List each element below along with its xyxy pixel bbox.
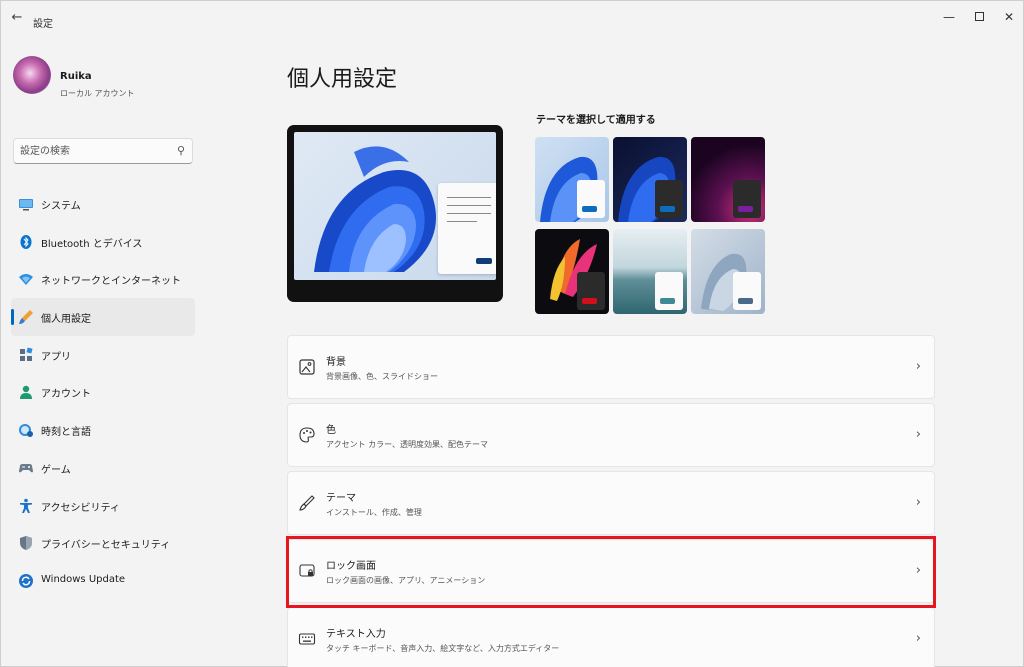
chevron-right-icon: › — [915, 495, 921, 510]
sidebar-item-apps[interactable]: アプリ — [11, 336, 195, 374]
personalization-icon — [19, 310, 33, 325]
sidebar-item-accounts[interactable]: アカウント — [11, 373, 195, 411]
maximize-button[interactable] — [969, 9, 989, 25]
setting-subtitle: 背景画像、色、スライドショー — [326, 372, 438, 381]
sidebar-item-label: アクセシビリティ — [41, 502, 120, 514]
time-language-icon — [19, 424, 33, 438]
sidebar-item-label: アカウント — [41, 389, 91, 401]
sidebar-item-privacy[interactable]: プライバシーとセキュリティ — [11, 524, 195, 562]
sidebar-item-accessibility[interactable]: アクセシビリティ — [11, 487, 195, 525]
app-title: 設定 — [33, 19, 53, 30]
sidebar-item-network[interactable]: ネットワークとインターネット — [11, 260, 195, 298]
close-button[interactable]: ✕ — [999, 9, 1019, 25]
lock-screen-icon — [299, 564, 315, 577]
sidebar-item-label: システム — [41, 201, 81, 212]
theme-preview — [287, 125, 503, 302]
sidebar-item-label: ゲーム — [41, 464, 71, 476]
theme-swatch — [660, 298, 675, 304]
setting-title: 色 — [326, 425, 336, 436]
search-icon[interactable]: ⚲ — [177, 144, 185, 157]
network-icon — [19, 274, 33, 286]
theme-tile-sunrise[interactable] — [613, 229, 687, 314]
setting-title: テキスト入力 — [326, 629, 386, 640]
preview-window — [438, 183, 496, 274]
setting-subtitle: アクセント カラー、透明度効果、配色テーマ — [326, 440, 489, 449]
preview-button — [476, 258, 492, 264]
chevron-right-icon: › — [915, 427, 921, 442]
theme-grid — [535, 137, 767, 317]
profile-name: Ruika — [60, 71, 92, 82]
desktop-preview-image — [294, 132, 496, 280]
profile-account-type: ローカル アカウント — [60, 89, 135, 98]
keyboard-icon — [298, 633, 316, 645]
setting-title: 背景 — [326, 357, 346, 368]
accessibility-icon — [20, 498, 32, 513]
gaming-icon — [19, 463, 33, 473]
theme-swatch — [582, 298, 597, 304]
sidebar-item-label: 個人用設定 — [41, 314, 91, 326]
theme-swatch — [738, 206, 753, 212]
chevron-right-icon: › — [915, 563, 921, 578]
theme-swatch — [738, 298, 753, 304]
sidebar-item-label: Bluetooth とデバイス — [41, 238, 143, 250]
apps-icon — [20, 347, 33, 361]
sidebar-item-label: プライバシーとセキュリティ — [41, 540, 171, 552]
setting-lock-screen[interactable]: ロック画面 ロック画面の画像、アプリ、アニメーション › — [287, 539, 935, 603]
page-title: 個人用設定 — [287, 67, 398, 92]
back-arrow-icon[interactable]: ← — [9, 11, 25, 27]
sidebar-item-label: Windows Update — [41, 573, 126, 585]
windows-update-icon — [19, 573, 33, 588]
setting-themes[interactable]: テーマ インストール、作成、管理 › — [287, 471, 935, 535]
palette-icon — [299, 427, 315, 443]
brush-icon — [299, 495, 315, 511]
title-bar: ← 設定 — ✕ — [1, 1, 1023, 35]
settings-window: ← 設定 — ✕ Ruika ローカル アカウント ⚲ システム Bluetoo… — [0, 0, 1024, 667]
themes-label: テーマを選択して適用する — [536, 115, 656, 126]
setting-subtitle: ロック画面の画像、アプリ、アニメーション — [326, 576, 486, 585]
setting-subtitle: インストール、作成、管理 — [326, 508, 422, 517]
chevron-right-icon: › — [915, 631, 921, 646]
theme-tile-captured-motion[interactable] — [535, 229, 609, 314]
sidebar-item-label: ネットワークとインターネット — [41, 276, 181, 288]
account-icon — [20, 386, 32, 400]
setting-text-input[interactable]: テキスト入力 タッチ キーボード、音声入力、絵文字など、入力方式エディター › — [287, 607, 935, 667]
theme-swatch — [582, 206, 597, 212]
sidebar-item-system[interactable]: システム — [11, 185, 195, 223]
system-icon — [19, 199, 33, 211]
setting-title: テーマ — [326, 493, 356, 504]
sidebar-item-label: 時刻と言語 — [41, 427, 91, 439]
search-input[interactable] — [20, 143, 170, 159]
sidebar-item-bluetooth[interactable]: Bluetooth とデバイス — [11, 223, 195, 261]
setting-subtitle: タッチ キーボード、音声入力、絵文字など、入力方式エディター — [326, 644, 560, 653]
privacy-shield-icon — [20, 536, 32, 551]
sidebar-item-time-language[interactable]: 時刻と言語 — [11, 411, 195, 449]
chevron-right-icon: › — [915, 359, 921, 374]
sidebar-item-label: アプリ — [41, 351, 71, 363]
sidebar-item-gaming[interactable]: ゲーム — [11, 449, 195, 487]
sidebar-item-personalization[interactable]: 個人用設定 — [11, 298, 195, 336]
theme-tile-flow[interactable] — [691, 229, 765, 314]
theme-tile-glow[interactable] — [691, 137, 765, 222]
sidebar-nav: システム Bluetooth とデバイス ネットワークとインターネット 個人用設… — [11, 185, 195, 600]
search-box[interactable]: ⚲ — [13, 138, 193, 164]
theme-tile-light-bloom[interactable] — [535, 137, 609, 222]
theme-tile-dark-bloom[interactable] — [613, 137, 687, 222]
avatar[interactable] — [13, 56, 51, 94]
sidebar-item-windows-update[interactable]: Windows Update — [11, 562, 195, 600]
setting-background[interactable]: 背景 背景画像、色、スライドショー › — [287, 335, 935, 399]
maximize-icon — [974, 12, 984, 21]
image-icon — [299, 359, 315, 375]
setting-title: ロック画面 — [326, 561, 376, 572]
theme-swatch — [660, 206, 675, 212]
bluetooth-icon — [20, 234, 32, 249]
minimize-button[interactable]: — — [939, 9, 959, 25]
setting-colors[interactable]: 色 アクセント カラー、透明度効果、配色テーマ › — [287, 403, 935, 467]
